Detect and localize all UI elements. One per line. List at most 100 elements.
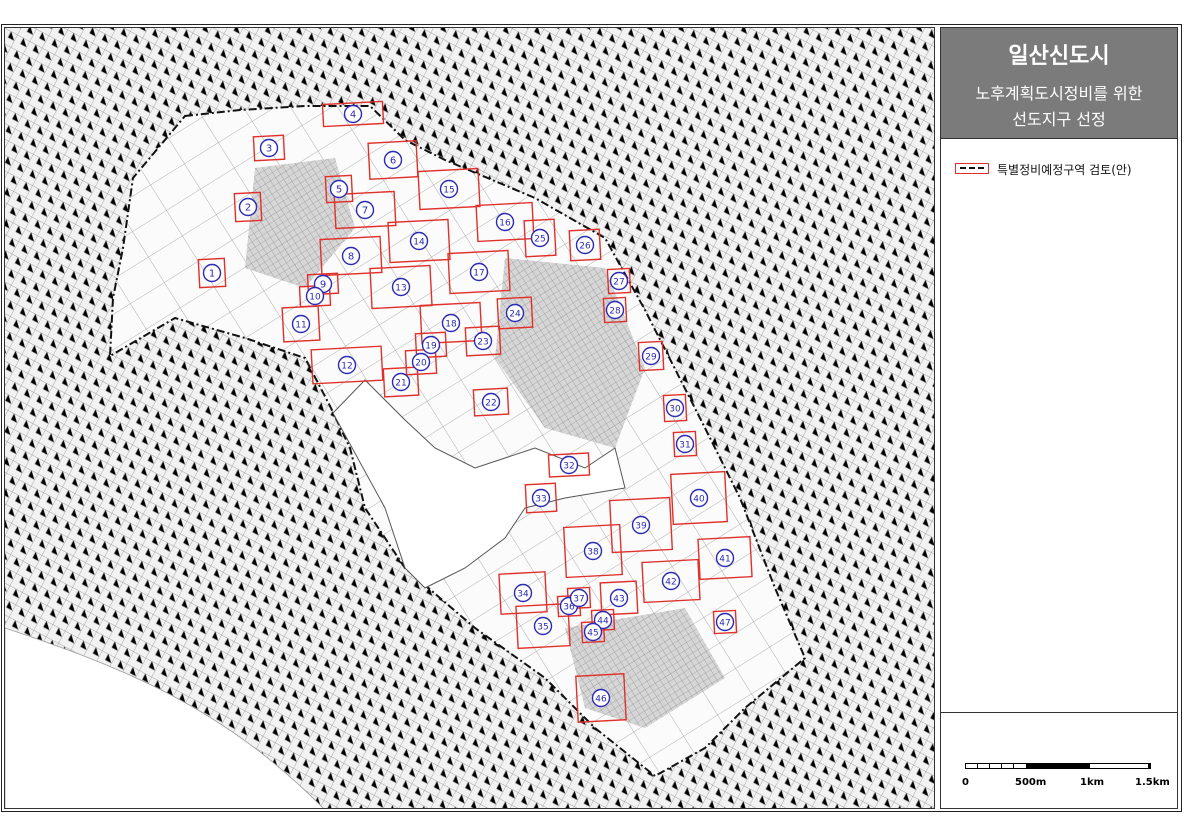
zone-marker-label: 37 [573,595,584,605]
map-title: 일산신도시 [1008,44,1110,69]
legend-swatch-icon [955,163,989,174]
zone-marker-34[interactable]: 34 [513,583,533,603]
map-view[interactable]: 1 2 3 4 5 6 7 8 9 10 11 12 13 14 15 16 17 18 19 20 21 22 23 24 2… [4,27,935,809]
zone-marker-40[interactable]: 40 [689,488,709,508]
zone-marker-label: 20 [415,359,427,369]
zone-marker-label: 23 [477,338,488,348]
zone-marker-label: 24 [509,310,521,320]
zone-marker-label: 10 [309,293,321,303]
scale-tick [989,763,990,769]
legend-label: 특별정비예정구역 검토(안) [997,163,1132,177]
zone-marker-35[interactable]: 35 [533,616,553,636]
zone-marker-39[interactable]: 39 [631,515,651,535]
zone-marker-label: 30 [669,405,681,415]
scale-segment-2 [1027,763,1089,769]
zone-marker-label: 18 [445,320,457,330]
zone-marker-25[interactable]: 25 [530,228,550,248]
zone-marker-11[interactable]: 11 [291,314,311,334]
zone-marker-label: 1 [209,269,215,280]
zone-marker-label: 42 [665,578,676,588]
zone-marker-24[interactable]: 24 [505,303,525,323]
zone-marker-5[interactable]: 5 [329,179,349,199]
zone-marker-17[interactable]: 17 [469,262,489,282]
title-box: 일산신도시 노후계획도시정비를 위한 선도지구 선정 [941,28,1177,138]
zone-marker-label: 27 [613,278,624,288]
zone-marker-2[interactable]: 2 [238,197,258,217]
zone-marker-45[interactable]: 45 [583,622,603,642]
zone-marker-label: 41 [719,555,730,565]
zone-marker-label: 11 [295,321,306,331]
scale-end [1149,763,1151,769]
zone-marker-16[interactable]: 16 [495,212,515,232]
zone-marker-label: 44 [597,617,609,627]
zone-marker-label: 43 [613,595,624,605]
zone-marker-label: 33 [535,495,546,505]
zone-marker-label: 29 [645,353,657,363]
zone-marker-label: 3 [266,144,272,155]
zone-marker-27[interactable]: 27 [609,271,629,291]
zone-marker-23[interactable]: 23 [473,331,493,351]
zone-marker-3[interactable]: 3 [259,138,279,158]
zone-marker-label: 14 [413,238,425,248]
zone-marker-label: 21 [395,379,406,389]
zone-marker-label: 7 [362,206,368,217]
zone-marker-label: 25 [534,235,545,245]
zone-marker-12[interactable]: 12 [337,355,357,375]
scale-label-500m: 500m [1015,777,1047,788]
zone-marker-43[interactable]: 43 [609,588,629,608]
zone-marker-label: 4 [350,110,356,121]
map-subtitle-line1: 노후계획도시정비를 위한 [975,84,1143,103]
zone-marker-22[interactable]: 22 [481,392,501,412]
zone-marker-20[interactable]: 20 [411,352,431,372]
scale-bar: 0 500m 1km 1.5km [941,712,1177,809]
zone-marker-1[interactable]: 1 [202,263,222,283]
scale-segment-3 [1089,763,1149,769]
zone-marker-32[interactable]: 32 [559,455,579,475]
zone-marker-37[interactable]: 37 [569,588,589,608]
zone-marker-15[interactable]: 15 [439,179,459,199]
legend-panel: 일산신도시 노후계획도시정비를 위한 선도지구 선정 특별정비예정구역 검토(안… [940,27,1178,809]
zone-marker-label: 45 [587,629,598,639]
scale-label-1-5km: 1.5km [1135,777,1170,788]
zone-marker-14[interactable]: 14 [409,231,429,251]
zone-marker-21[interactable]: 21 [391,372,411,392]
zone-marker-26[interactable]: 26 [575,235,595,255]
zone-marker-label: 19 [425,342,437,352]
zone-marker-label: 12 [341,362,352,372]
zone-marker-7[interactable]: 7 [355,200,375,220]
zone-marker-8[interactable]: 8 [341,246,361,266]
zone-marker-6[interactable]: 6 [383,150,403,170]
zone-marker-label: 26 [579,242,591,252]
zone-marker-13[interactable]: 13 [391,277,411,297]
zone-marker-label: 39 [635,522,647,532]
zone-marker-label: 47 [719,619,730,629]
scale-label-0: 0 [962,777,969,788]
zone-marker-18[interactable]: 18 [441,313,461,333]
zone-marker-label: 6 [390,156,396,167]
scale-segment-1 [965,763,1027,769]
zone-marker-10[interactable]: 10 [305,286,325,306]
zone-marker-28[interactable]: 28 [605,300,625,320]
zone-marker-33[interactable]: 33 [531,488,551,508]
zone-marker-label: 32 [563,462,574,472]
zone-marker-label: 28 [609,307,621,317]
zone-marker-47[interactable]: 47 [715,612,735,632]
zone-marker-38[interactable]: 38 [583,541,603,561]
legend: 특별정비예정구역 검토(안) [941,138,1177,713]
zone-marker-label: 17 [473,269,484,279]
zone-marker-label: 8 [348,252,354,263]
zone-marker-30[interactable]: 30 [665,398,685,418]
zone-marker-label: 5 [336,185,342,196]
zone-marker-label: 40 [693,495,705,505]
zone-marker-41[interactable]: 41 [715,548,735,568]
zone-marker-label: 15 [443,186,454,196]
zone-marker-42[interactable]: 42 [661,571,681,591]
zone-marker-31[interactable]: 31 [675,434,695,454]
zone-marker-label: 38 [587,548,599,558]
scale-label-1km: 1km [1080,777,1105,788]
zone-marker-19[interactable]: 19 [421,335,441,355]
zone-marker-29[interactable]: 29 [641,346,661,366]
zone-marker-46[interactable]: 46 [591,688,611,708]
scale-tick [977,763,978,769]
zone-marker-4[interactable]: 4 [343,104,363,124]
